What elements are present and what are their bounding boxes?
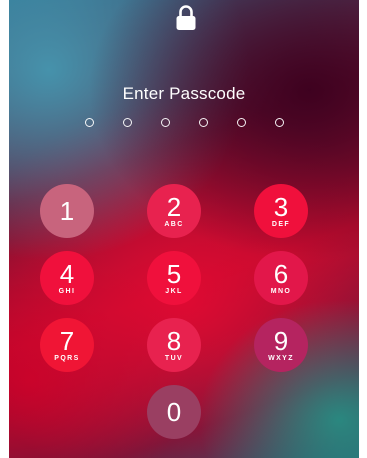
key-2[interactable]: 2 ABC	[147, 184, 201, 238]
lock-screen: Enter Passcode 1 2 ABC 3 DEF 4 GHI 5 JKL…	[9, 0, 359, 458]
key-digit: 3	[273, 192, 289, 222]
key-4[interactable]: 4 GHI	[40, 251, 94, 305]
page-title: Enter Passcode	[122, 84, 246, 103]
key-6[interactable]: 6 MNO	[254, 251, 308, 305]
key-1[interactable]: 1	[40, 184, 94, 238]
key-letters: JKL	[165, 288, 183, 295]
passcode-dot	[199, 118, 208, 127]
passcode-dot	[85, 118, 94, 127]
key-3[interactable]: 3 DEF	[254, 184, 308, 238]
key-letters: GHI	[58, 288, 76, 295]
key-letters: DEF	[271, 221, 291, 228]
key-9[interactable]: 9 WXYZ	[254, 318, 308, 372]
key-7[interactable]: 7 PQRS	[40, 318, 94, 372]
key-digit: 1	[59, 196, 75, 226]
key-letters: TUV	[164, 355, 184, 362]
key-digit: 7	[59, 326, 75, 356]
key-digit: 8	[166, 326, 182, 356]
key-digit: 0	[166, 397, 182, 427]
key-letters: WXYZ	[268, 355, 294, 362]
lock-icon	[176, 5, 196, 30]
key-digit: 2	[166, 192, 182, 222]
passcode-dot	[237, 118, 246, 127]
passcode-dot	[275, 118, 284, 127]
passcode-dots	[85, 118, 285, 130]
key-digit: 4	[59, 259, 75, 289]
key-letters: MNO	[270, 288, 292, 295]
key-digit: 5	[166, 259, 182, 289]
key-5[interactable]: 5 JKL	[147, 251, 201, 305]
passcode-dot	[123, 118, 132, 127]
key-digit: 6	[273, 259, 289, 289]
key-letters: ABC	[164, 221, 184, 228]
key-0[interactable]: 0	[147, 385, 201, 439]
key-8[interactable]: 8 TUV	[147, 318, 201, 372]
key-digit: 9	[273, 326, 289, 356]
key-letters: PQRS	[54, 355, 80, 362]
passcode-dot	[161, 118, 170, 127]
